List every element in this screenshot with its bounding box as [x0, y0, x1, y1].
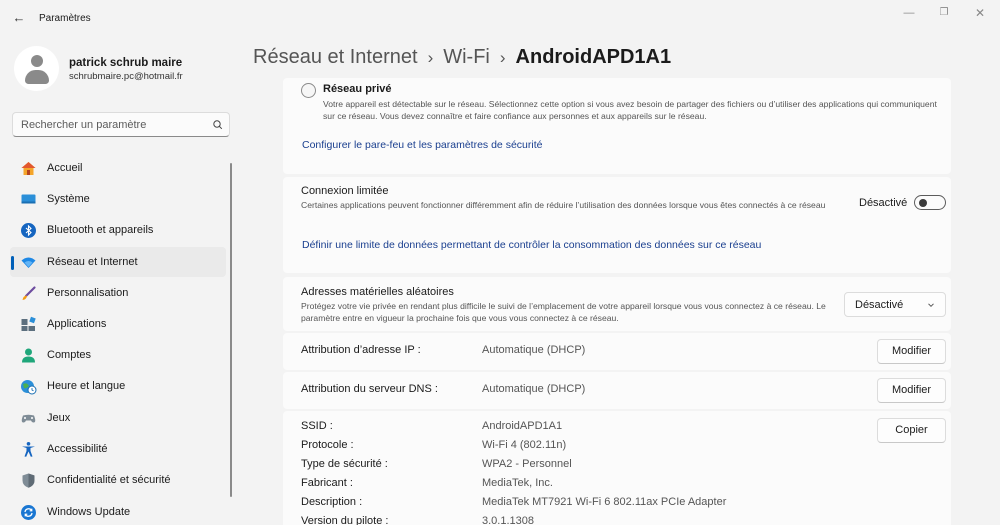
data-limit-link[interactable]: Définir une limite de données permettant…: [302, 239, 761, 251]
dropdown-selected-value: Désactivé: [855, 299, 904, 311]
ip-assignment-row: Attribution d’adresse IP : Automatique (…: [283, 333, 951, 370]
sidebar-item-label: Personnalisation: [47, 287, 129, 299]
title-bar: ← Paramètres — ❐ ✕: [0, 0, 1000, 36]
property-value: MediaTek MT7921 Wi-Fi 6 802.11ax PCIe Ad…: [482, 496, 727, 508]
search-input[interactable]: [21, 117, 201, 133]
breadcrumb-separator: ›: [427, 48, 434, 67]
property-value: 3.0.1.1308: [482, 515, 534, 525]
dns-assignment-label: Attribution du serveur DNS :: [301, 383, 438, 395]
metered-connection-title: Connexion limitée: [301, 185, 389, 197]
property-value: AndroidAPD1A1: [482, 420, 563, 432]
sidebar-item-label: Applications: [47, 318, 107, 330]
property-label: SSID :: [301, 420, 333, 432]
chevron-down-icon: [928, 303, 934, 308]
avatar-head-shape: [31, 55, 43, 67]
sidebar-item-bluetooth[interactable]: Bluetooth et appareils: [10, 215, 226, 245]
system-icon: [21, 194, 36, 204]
private-network-label: Réseau privé: [323, 83, 392, 95]
window-title: Paramètres: [39, 13, 91, 24]
back-arrow-icon[interactable]: ←: [10, 9, 28, 27]
breadcrumb-wifi[interactable]: Wi-Fi: [443, 46, 490, 68]
ip-assignment-label: Attribution d’adresse IP :: [301, 344, 421, 356]
active-indicator: [11, 256, 14, 270]
sidebar-item-windows-update[interactable]: Windows Update: [10, 497, 226, 525]
wifi-icon: [21, 257, 36, 268]
search-box[interactable]: [12, 112, 230, 137]
accounts-icon: [22, 348, 35, 363]
close-button[interactable]: ✕: [966, 4, 994, 22]
metered-toggle-state: Désactivé: [859, 197, 908, 209]
sidebar-scrollbar[interactable]: [230, 163, 232, 497]
search-icon[interactable]: [211, 118, 225, 132]
sidebar-item-confidentialite[interactable]: Confidentialité et sécurité: [10, 465, 226, 495]
sidebar-item-systeme[interactable]: Système: [10, 184, 226, 214]
toggle-knob: [919, 199, 927, 207]
sidebar-item-applications[interactable]: Applications: [10, 309, 226, 339]
avatar[interactable]: [14, 46, 59, 91]
ip-assignment-value: Automatique (DHCP): [482, 344, 586, 356]
update-icon: [21, 505, 36, 520]
maximize-button[interactable]: ❐: [930, 4, 958, 22]
sidebar-item-label: Bluetooth et appareils: [47, 224, 154, 236]
profile-email: schrubmaire.pc@hotmail.fr: [69, 71, 183, 82]
network-profile-card: Réseau privé Votre appareil est détectab…: [283, 78, 951, 174]
private-network-radio[interactable]: [301, 83, 316, 98]
property-value: WPA2 - Personnel: [482, 458, 572, 470]
property-label: Description :: [301, 496, 363, 508]
minimize-button[interactable]: —: [895, 4, 923, 22]
random-address-dropdown[interactable]: Désactivé: [844, 292, 946, 317]
sidebar-item-label: Système: [47, 193, 90, 205]
sidebar-item-label: Windows Update: [47, 506, 131, 518]
copy-button[interactable]: Copier: [877, 418, 946, 443]
sidebar-item-personnalisation[interactable]: Personnalisation: [10, 278, 226, 308]
property-label: Version du pilote :: [301, 515, 389, 525]
sidebar-item-label: Jeux: [47, 412, 71, 424]
sidebar-item-label: Accueil: [47, 162, 83, 174]
edit-dns-button[interactable]: Modifier: [877, 378, 946, 403]
random-hardware-address-card: Adresses matérielles aléatoires Protégez…: [283, 277, 951, 331]
firewall-settings-link[interactable]: Configurer le pare-feu et les paramètres…: [302, 139, 542, 151]
breadcrumb: Réseau et Internet › Wi-Fi › AndroidAPD1A1: [253, 46, 671, 74]
sidebar-item-label: Réseau et Internet: [47, 256, 138, 268]
sidebar-item-comptes[interactable]: Comptes: [10, 340, 226, 370]
property-label: Type de sécurité :: [301, 458, 388, 470]
sidebar-item-reseau[interactable]: Réseau et Internet: [10, 247, 226, 277]
metered-connection-card: Connexion limitée Certaines applications…: [283, 177, 951, 273]
home-icon: [21, 162, 36, 175]
sidebar-item-label: Comptes: [47, 349, 92, 361]
sidebar-item-label: Accessibilité: [47, 443, 108, 455]
metered-connection-toggle[interactable]: [914, 195, 946, 210]
sidebar-item-accueil[interactable]: Accueil: [10, 153, 226, 183]
avatar-body-shape: [25, 70, 49, 84]
sidebar-item-label: Confidentialité et sécurité: [47, 474, 171, 486]
sidebar-item-heure-langue[interactable]: Heure et langue: [10, 371, 226, 401]
network-properties-card: SSID : AndroidAPD1A1 Protocole : Wi-Fi 4…: [283, 411, 951, 525]
property-value: MediaTek, Inc.: [482, 477, 553, 489]
globe-clock-icon: [21, 380, 37, 395]
bluetooth-icon: [21, 223, 36, 238]
apps-icon: [21, 316, 36, 331]
gamepad-icon: [21, 414, 36, 423]
random-address-description: Protégez votre vie privée en rendant plu…: [301, 301, 826, 323]
brush-icon: [22, 286, 36, 300]
profile-name: patrick schrub maire: [69, 57, 183, 69]
shield-icon: [22, 473, 35, 488]
page-title: AndroidAPD1A1: [515, 46, 672, 68]
sidebar-item-jeux[interactable]: Jeux: [10, 403, 226, 433]
property-value: Wi-Fi 4 (802.11n): [482, 439, 567, 451]
private-network-description: Votre appareil est détectable sur le rés…: [323, 99, 937, 121]
sidebar-item-accessibilite[interactable]: Accessibilité: [10, 434, 226, 464]
accessibility-icon: [22, 442, 35, 457]
breadcrumb-reseau[interactable]: Réseau et Internet: [253, 46, 418, 68]
dns-assignment-row: Attribution du serveur DNS : Automatique…: [283, 372, 951, 409]
breadcrumb-separator: ›: [499, 48, 506, 67]
property-label: Protocole :: [301, 439, 354, 451]
property-label: Fabricant :: [301, 477, 353, 489]
random-address-title: Adresses matérielles aléatoires: [301, 286, 454, 298]
sidebar-item-label: Heure et langue: [47, 380, 126, 392]
metered-connection-description: Certaines applications peuvent fonctionn…: [301, 200, 826, 210]
edit-ip-button[interactable]: Modifier: [877, 339, 946, 364]
dns-assignment-value: Automatique (DHCP): [482, 383, 586, 395]
